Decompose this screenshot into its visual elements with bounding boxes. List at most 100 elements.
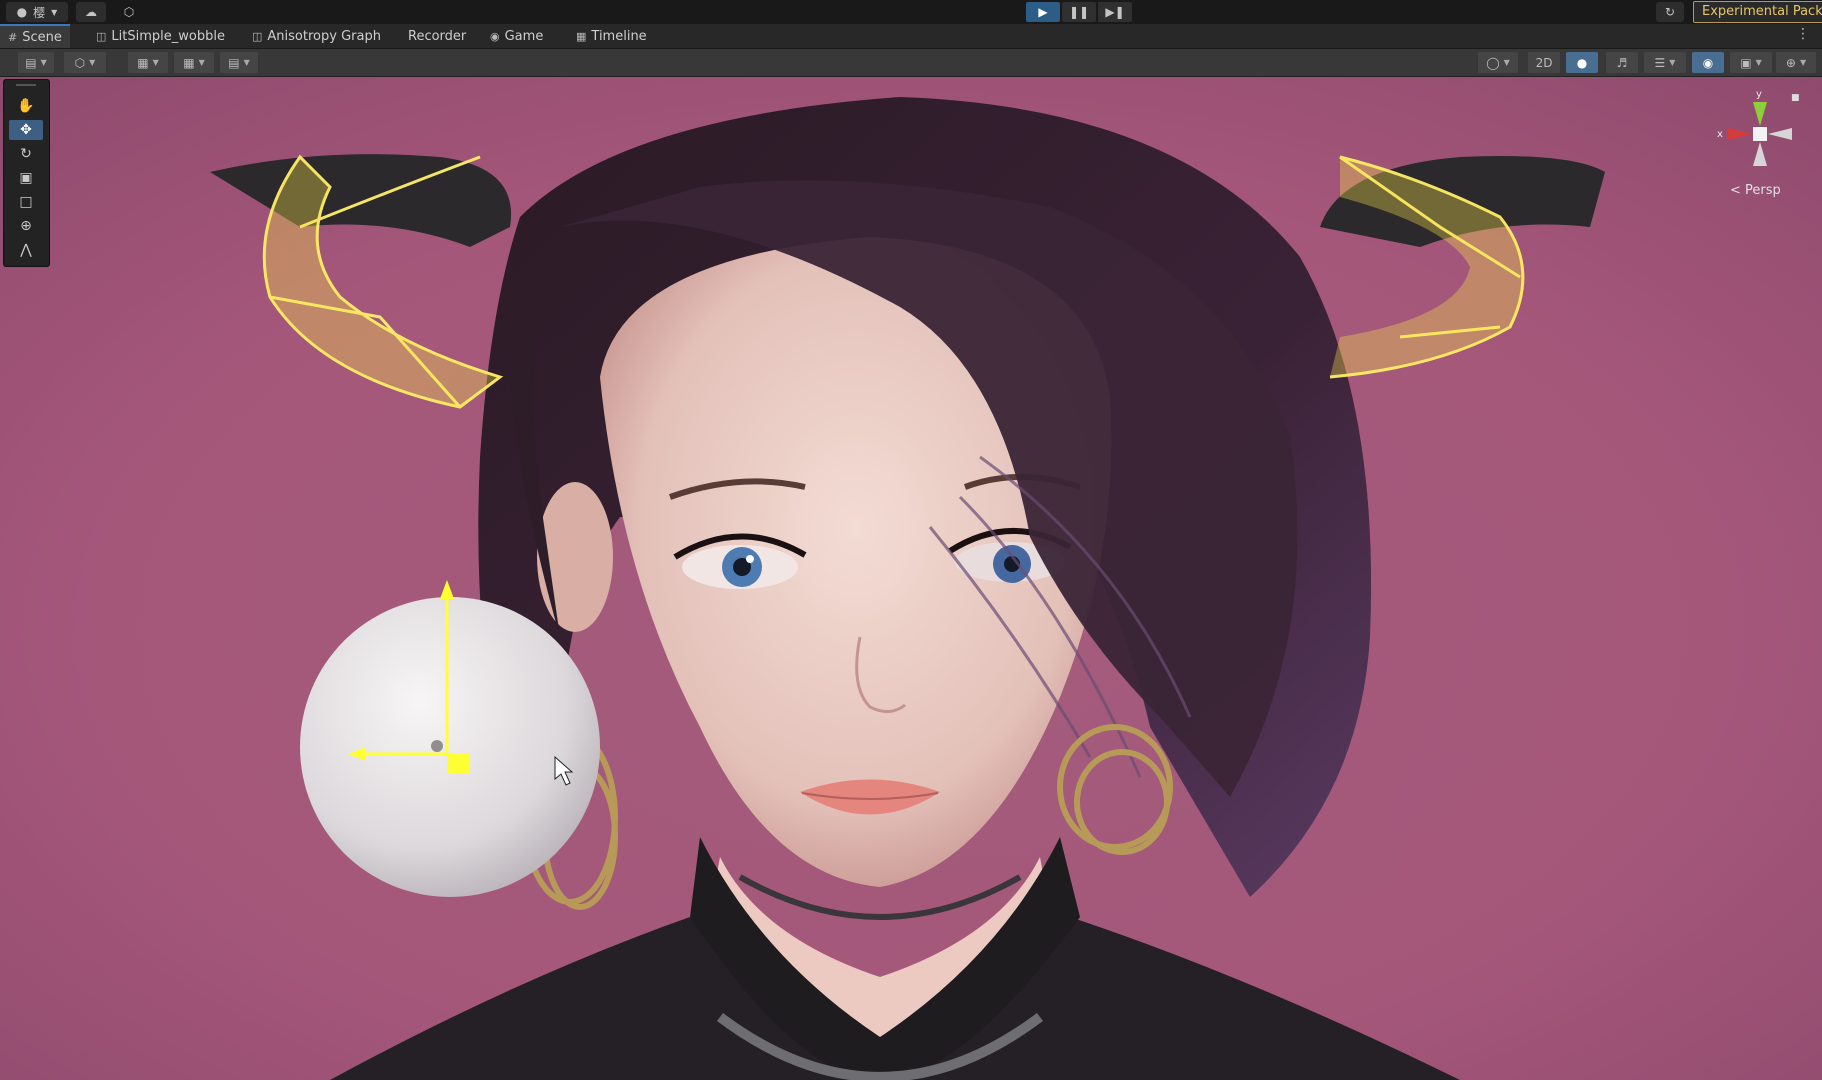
camera-icon: ▣ (1740, 55, 1752, 70)
collab-button[interactable]: ⬡ (118, 2, 140, 22)
tab-label: LitSimple_wobble (111, 28, 225, 44)
gamepad-icon: ◉ (490, 29, 500, 43)
history-button[interactable]: ↻ (1656, 2, 1684, 22)
play-icon: ▶ (1038, 5, 1048, 19)
gizmo-center[interactable] (1753, 127, 1767, 141)
cloud-icon: ☁ (85, 5, 97, 19)
y-axis-label: y (1756, 89, 1762, 100)
scene-viewport[interactable] (0, 77, 1822, 1080)
effects-dropdown[interactable]: ☰ ▼ (1644, 52, 1686, 73)
top-toolbar: ● 樱 ▼ ☁ ⬡ ▶ ❚❚ ▶❚ ↻ Experimental Packa (0, 0, 1822, 24)
scene-icon: # (8, 30, 18, 44)
collab-icon: ⬡ (123, 5, 135, 19)
toggle-2d-button[interactable]: 2D (1528, 52, 1560, 73)
scale-icon: ▣ (19, 170, 33, 186)
account-name: 樱 (33, 5, 46, 20)
drag-handle[interactable] (16, 84, 36, 86)
scene-render (0, 77, 1822, 1080)
chevron-down-icon: ▼ (1755, 58, 1762, 67)
tab-anisotropy-graph[interactable]: ◫ Anisotropy Graph (244, 24, 389, 48)
hand-icon: ✋ (17, 98, 35, 114)
scale-tool-button[interactable]: ▣ (9, 168, 43, 188)
experimental-packages-badge[interactable]: Experimental Packa (1693, 1, 1822, 23)
cloud-button[interactable]: ☁ (76, 2, 106, 22)
more-options-icon[interactable]: ⋮ (1796, 26, 1810, 42)
pause-icon: ❚❚ (1068, 5, 1090, 19)
chevron-down-icon: ▼ (152, 58, 159, 67)
draw-mode-dropdown[interactable]: ▤ ▼ (18, 52, 54, 73)
tab-label: Recorder (408, 28, 467, 44)
custom-tool-icon: ⋀ (20, 242, 32, 258)
projection-toggle[interactable]: < Persp (1730, 183, 1781, 198)
move-tool-button[interactable]: ✥ (9, 120, 43, 140)
projection-label: Persp (1745, 183, 1781, 198)
step-button[interactable]: ▶❚ (1098, 2, 1132, 22)
y-axis-cone[interactable] (1753, 102, 1767, 126)
custom-tool-button[interactable]: ⋀ (9, 240, 43, 260)
pause-button[interactable]: ❚❚ (1062, 2, 1096, 22)
draw-mode-icon: ▤ (25, 55, 37, 70)
tab-label: Game (504, 28, 544, 44)
play-button[interactable]: ▶ (1026, 2, 1060, 22)
speaker-icon: ♬ (1616, 55, 1628, 70)
hand-tool-button[interactable]: ✋ (9, 96, 43, 116)
grid-icon: ▦ (183, 55, 195, 70)
tab-litsimple-wobble[interactable]: ◫ LitSimple_wobble (88, 24, 233, 48)
snap-icon: ▦ (137, 55, 149, 70)
grid-dropdown[interactable]: ▦ ▼ (174, 52, 214, 73)
chevron-down-icon: ▼ (1503, 58, 1510, 67)
ruler-icon: ▤ (228, 55, 240, 70)
x-axis-label: x (1717, 129, 1723, 140)
camera-dropdown[interactable]: ▣ ▼ (1730, 52, 1772, 73)
shading-mode-dropdown[interactable]: ⬡ ▼ (64, 52, 106, 73)
layers-icon: ☰ (1654, 55, 1666, 70)
account-button[interactable]: ● 樱 ▼ (6, 2, 68, 22)
tab-scene[interactable]: # Scene (0, 24, 70, 48)
lightbulb-icon: ● (1576, 55, 1588, 70)
chevron-down-icon: ▼ (51, 7, 58, 17)
tab-timeline[interactable]: ▦ Timeline (568, 24, 655, 48)
neg-y-axis-cone[interactable] (1753, 142, 1767, 166)
lock-icon[interactable]: ■ (1791, 93, 1800, 103)
audio-toggle[interactable]: ♬ (1606, 52, 1638, 73)
account-icon: ● (16, 5, 28, 19)
mode-2d-label: 2D (1535, 55, 1553, 70)
visibility-toggle[interactable]: ◉ (1692, 52, 1724, 73)
chevron-down-icon: ▼ (89, 58, 96, 67)
cube-icon: ⬡ (74, 55, 86, 70)
move-icon: ✥ (20, 122, 32, 138)
gizmos-dropdown[interactable]: ⊕ ▼ (1776, 52, 1816, 73)
rotate-tool-button[interactable]: ↻ (9, 144, 43, 164)
history-icon: ↻ (1664, 5, 1676, 19)
increment-snap-dropdown[interactable]: ▤ ▼ (220, 52, 258, 73)
transform-tools-panel: ✋ ✥ ↻ ▣ □ ⊕ ⋀ (3, 79, 50, 267)
tab-game[interactable]: ◉ Game (482, 24, 551, 48)
neg-x-axis-cone[interactable] (1768, 128, 1792, 140)
sphere-icon: ◯ (1486, 55, 1500, 70)
rotate-icon: ↻ (20, 146, 32, 162)
rect-tool-button[interactable]: □ (9, 192, 43, 212)
tab-label: Anisotropy Graph (267, 28, 381, 44)
shader-graph-icon: ◫ (96, 29, 107, 43)
transform-icon: ⊕ (20, 218, 32, 234)
tab-label: Timeline (591, 28, 647, 44)
editor-tab-bar: # Scene ◫ LitSimple_wobble ◫ Anisotropy … (0, 24, 1822, 49)
shader-graph-icon: ◫ (252, 29, 263, 43)
lighting-toggle[interactable]: ● (1566, 52, 1598, 73)
timeline-icon: ▦ (576, 29, 587, 43)
chevron-left-icon: < (1730, 183, 1741, 198)
scene-view-toolbar: ▤ ▼ ⬡ ▼ ▦ ▼ ▦ ▼ ▤ ▼ ◯ ▼ 2D ● ♬ ☰ ▼ ◉ ▣ ▼ ⊕ ▼ (0, 49, 1822, 77)
transform-tool-button[interactable]: ⊕ (9, 216, 43, 236)
x-axis-cone[interactable] (1728, 128, 1752, 140)
tab-recorder[interactable]: Recorder (400, 24, 474, 48)
chevron-down-icon: ▼ (40, 58, 47, 67)
eye-slash-icon: ◉ (1702, 55, 1714, 70)
chevron-down-icon: ▼ (243, 58, 250, 67)
chevron-down-icon: ▼ (1799, 58, 1807, 67)
chevron-down-icon: ▼ (1669, 58, 1676, 67)
step-icon: ▶❚ (1105, 5, 1125, 19)
snap-dropdown[interactable]: ▦ ▼ (128, 52, 168, 73)
render-mode-dropdown[interactable]: ◯ ▼ (1478, 52, 1518, 73)
tab-label: Scene (22, 29, 62, 45)
rect-icon: □ (19, 194, 33, 210)
